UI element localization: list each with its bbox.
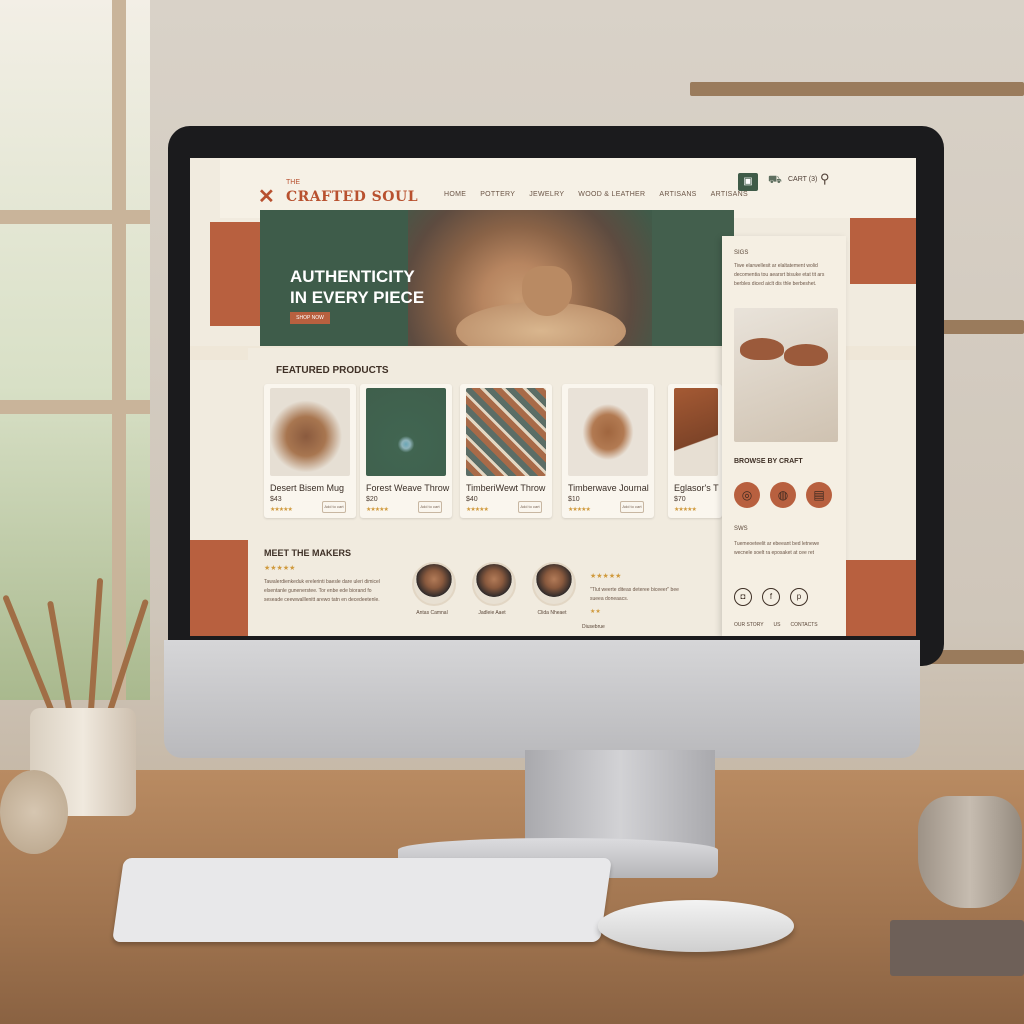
- product-price: $10: [568, 496, 580, 503]
- website-screen: ✕ THE CRAFTED SOUL HOME POTTERY JEWELRY …: [190, 158, 916, 636]
- keyboard[interactable]: [112, 858, 612, 942]
- artisan-avatar[interactable]: [532, 562, 576, 606]
- artisan-name: Antas Camnal: [416, 610, 448, 616]
- product-card[interactable]: Eglasor's T $70 ★★★★★: [668, 384, 722, 518]
- window-frame: [112, 0, 126, 700]
- logo-text: CRAFTED SOUL: [286, 189, 419, 205]
- product-card[interactable]: Desert Bisem Mug $43 ★★★★★ Add to cart: [264, 384, 356, 518]
- sidebar-text-2: Tuemeoeteelit ar ebeeant bed letnewe wec…: [734, 541, 820, 556]
- artisan-name: Jadleie Aaet: [478, 610, 506, 616]
- search-icon[interactable]: ⚲: [820, 171, 830, 187]
- nav-item-jewelry[interactable]: JEWELRY: [529, 191, 564, 198]
- browse-by-craft-title: BROWSE BY CRAFT: [734, 458, 803, 465]
- product-name: Eglasor's T: [674, 483, 719, 493]
- logo-knot-icon: ✕: [258, 186, 275, 208]
- facebook-icon[interactable]: f: [762, 588, 780, 606]
- nav-item-artisans[interactable]: ARTISANS: [659, 191, 696, 198]
- shoe-right: [784, 344, 828, 366]
- product-price: $43: [270, 496, 282, 503]
- product-rating: ★★★★★: [270, 507, 293, 513]
- window-frame: [0, 400, 150, 414]
- wall-shelf: [940, 320, 1024, 334]
- window: [0, 0, 150, 700]
- main-menu: HOME POTTERY JEWELRY WOOD & LEATHER ARTI…: [444, 191, 748, 198]
- hero-banner: AUTHENTICITY IN EVERY PIECE SHOP NOW: [260, 210, 652, 354]
- artisan-avatar[interactable]: [412, 562, 456, 606]
- nav-item-pottery[interactable]: POTTERY: [480, 191, 515, 198]
- artisan-name: Clida Nheaet: [537, 610, 567, 616]
- product-image-mug: [270, 388, 350, 476]
- makers-title: MEET THE MAKERS: [264, 548, 352, 558]
- add-to-cart-button[interactable]: Add to cart: [418, 501, 442, 513]
- product-name: TimberiWewt Throw: [466, 483, 546, 493]
- footer-link-contacts[interactable]: CONTACTS: [791, 622, 818, 628]
- nav-item-wood-leather[interactable]: WOOD & LEATHER: [578, 191, 645, 198]
- featured-title: FEATURED PRODUCTS: [276, 365, 389, 376]
- cart-icon[interactable]: ⛟: [768, 174, 782, 188]
- notebook: [890, 920, 1024, 976]
- product-rating: ★★★★★: [674, 507, 697, 513]
- testimonial-author: Diusebrue: [582, 624, 605, 630]
- site-logo[interactable]: ✕ THE CRAFTED SOUL: [258, 179, 419, 208]
- product-rating: ★★★★★: [366, 507, 389, 513]
- makers-description: Tawalerdienkeduk erelerinti baesle dare …: [264, 579, 380, 603]
- product-name: Timberwave Journal: [568, 483, 649, 493]
- add-to-cart-button[interactable]: Add to cart: [518, 501, 542, 513]
- ceramic-vase: [918, 796, 1022, 908]
- cart-icon: ▣: [743, 176, 753, 187]
- product-card[interactable]: Timberwave Journal $10 ★★★★★ Add to cart: [562, 384, 654, 518]
- product-rating: ★★★★★: [466, 507, 489, 513]
- testimonial-rating: ★★★★★: [590, 573, 622, 580]
- instagram-icon[interactable]: ◘: [734, 588, 752, 606]
- product-rating: ★★★★★: [568, 507, 591, 513]
- hero-title: AUTHENTICITY IN EVERY PIECE: [290, 267, 425, 307]
- craft-pottery-icon[interactable]: ◍: [770, 482, 796, 508]
- hero-shop-button[interactable]: SHOP NOW: [290, 312, 330, 324]
- product-image-pendant: [366, 388, 446, 476]
- twine-ball: [0, 770, 68, 854]
- shoe-left: [740, 338, 784, 360]
- nav-item-home[interactable]: HOME: [444, 191, 466, 198]
- craft-textile-icon[interactable]: ▤: [806, 482, 832, 508]
- add-to-cart-button[interactable]: Add to cart: [322, 501, 346, 513]
- logo-prefix: THE: [286, 179, 300, 186]
- craft-jewelry-icon[interactable]: ◎: [734, 482, 760, 508]
- product-name: Forest Weave Throw: [366, 483, 450, 493]
- monitor-stand: [525, 750, 715, 850]
- sidebar-panel: SIGS Tiwe elarwellesit ar elaltatement w…: [722, 236, 846, 636]
- apple-logo-icon: [500, 672, 530, 716]
- footer-link-our-story[interactable]: OUR STORY: [734, 622, 764, 628]
- sidebar-heading-2: SWS: [734, 526, 748, 532]
- sidebar-footer-links: OUR STORY US CONTACTS: [734, 622, 818, 628]
- product-card[interactable]: TimberiWewt Throw $40 ★★★★★ Add to cart: [460, 384, 552, 518]
- pinterest-icon[interactable]: p: [790, 588, 808, 606]
- artisan-avatar[interactable]: [472, 562, 516, 606]
- product-name: Desert Bisem Mug: [270, 483, 345, 493]
- product-price: $70: [674, 496, 686, 503]
- makers-accent-right: [846, 560, 916, 636]
- makers-accent-left: [190, 540, 248, 636]
- nav-item-artisans-2[interactable]: ARTISANS: [711, 191, 748, 198]
- cart-button[interactable]: ▣: [738, 173, 758, 191]
- sidebar-heading: SIGS: [734, 250, 749, 256]
- sidebar-text: Tiwe elarwellesit ar elaltatement wolid …: [734, 263, 825, 287]
- mouse[interactable]: [598, 900, 794, 952]
- makers-rating: ★★★★★: [264, 565, 296, 572]
- product-image-bowl: [568, 388, 648, 476]
- testimonial-rating-small: ★★: [590, 609, 601, 615]
- clay-pot: [522, 266, 572, 316]
- monitor-chin: [164, 640, 920, 758]
- window-frame: [0, 210, 150, 224]
- product-price: $40: [466, 496, 478, 503]
- product-image-throw: [466, 388, 546, 476]
- testimonial-text: "Tlut weerte diteas deteree biceeer" bee…: [590, 587, 679, 602]
- product-price: $20: [366, 496, 378, 503]
- add-to-cart-button[interactable]: Add to cart: [620, 501, 644, 513]
- cart-label[interactable]: CART (3): [788, 176, 817, 183]
- sidebar-shoes-image: [734, 308, 838, 442]
- footer-link-us[interactable]: US: [774, 622, 781, 628]
- product-card[interactable]: Forest Weave Throw $20 ★★★★★ Add to cart: [360, 384, 452, 518]
- wall-shelf: [690, 82, 1024, 96]
- product-image-journal: [674, 388, 718, 476]
